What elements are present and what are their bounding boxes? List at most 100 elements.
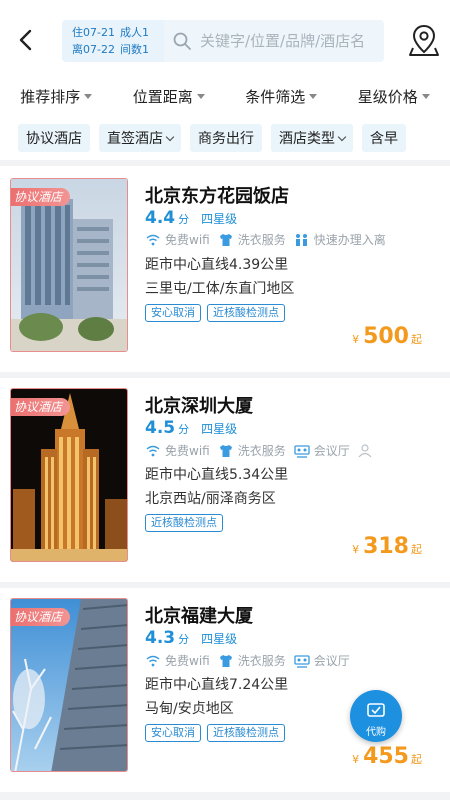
amenity-label: 免费wifi	[165, 444, 210, 458]
sort-label: 星级价格	[357, 87, 418, 106]
adults-count: 成人1	[120, 26, 149, 39]
hotel-photo: 协议酒店	[10, 598, 128, 772]
caret-down-icon	[84, 93, 93, 99]
date-guest-selector[interactable]: 住07-21 成人1 离07-22 间数1	[62, 20, 164, 62]
amenity-label: 洗衣服务	[237, 444, 286, 458]
tag-breakfast[interactable]: 含早	[362, 124, 406, 152]
amenities-row: 免费wifi 洗衣服务 会议厅	[145, 652, 358, 669]
area-text: 北京西站/丽泽商务区	[145, 491, 276, 507]
amenities-row: 免费wifi 洗衣服务 会议厅	[145, 442, 386, 459]
sort-label: 推荐排序	[20, 87, 81, 106]
tag-business-trip[interactable]: 商务出行	[190, 124, 262, 152]
price-suffix: 起	[411, 753, 422, 766]
hotel-photo: 协议酒店	[10, 178, 128, 352]
badge-test-site: 近核酸检测点	[207, 304, 285, 322]
rooms-count: 间数1	[120, 43, 149, 56]
wifi-icon	[146, 445, 160, 456]
hotel-card[interactable]: 协议酒店 北京深圳大厦 4.5 分四星级 免费wifi 洗衣服务 会议厅 距市中心…	[0, 378, 450, 582]
ticket-check-icon	[367, 703, 385, 717]
sort-label: 位置距离	[132, 87, 193, 106]
hotel-score: 4.4 分四星级	[145, 208, 237, 228]
hotel-score: 4.3 分四星级	[145, 628, 237, 648]
tag-label: 酒店类型	[279, 131, 335, 147]
checkin-date: 住07-21	[72, 26, 115, 39]
caret-down-icon	[421, 93, 430, 99]
score-unit: 分	[178, 213, 190, 226]
score-value: 4.4	[145, 208, 176, 228]
proxy-purchase-button[interactable]: 代购	[350, 690, 402, 742]
sort-recommended[interactable]: 推荐排序	[0, 78, 113, 114]
badge-test-site: 近核酸检测点	[207, 724, 285, 742]
wifi-icon	[146, 234, 160, 245]
laundry-shirt-icon	[219, 654, 232, 667]
score-value: 4.5	[145, 418, 176, 438]
tag-agreement-hotel[interactable]: 协议酒店	[18, 124, 90, 152]
meeting-room-icon	[294, 444, 310, 458]
sort-filter-bar: 推荐排序 位置距离 条件筛选 星级价格	[0, 78, 450, 114]
hotel-name: 北京福建大厦	[145, 606, 253, 627]
amenity-label: 会议厅	[313, 444, 350, 458]
price-value: 455	[363, 744, 409, 769]
price-value: 500	[363, 324, 409, 349]
agreement-ribbon: 协议酒店	[11, 398, 71, 416]
hotel-name: 北京东方花园饭店	[145, 186, 289, 207]
header: 住07-21成人1 离07-22间数1 推荐排序 位置距离 条件筛选 星级价格 …	[0, 0, 450, 160]
sort-star-price[interactable]: 星级价格	[338, 78, 450, 114]
laundry-shirt-icon	[219, 444, 232, 457]
back-arrow-icon[interactable]	[12, 26, 40, 54]
hotel-score: 4.5 分四星级	[145, 418, 237, 438]
tag-direct-hotel[interactable]: 直签酒店	[99, 124, 181, 152]
price-suffix: 起	[411, 333, 422, 346]
badge-free-cancel: 安心取消	[145, 724, 201, 742]
caret-down-icon	[196, 93, 205, 99]
currency: ¥	[352, 333, 360, 346]
area-text: 马甸/安贞地区	[145, 701, 234, 717]
score-unit: 分	[178, 633, 190, 646]
star-level: 四星级	[201, 422, 238, 436]
price: ¥500 起	[352, 324, 422, 349]
agreement-ribbon: 协议酒店	[11, 188, 71, 206]
amenities-row: 免费wifi 洗衣服务 快速办理入离	[145, 231, 394, 248]
hotel-list-page: 住07-21成人1 离07-22间数1 推荐排序 位置距离 条件筛选 星级价格 …	[0, 0, 450, 800]
sort-filters[interactable]: 条件筛选	[225, 78, 338, 114]
distance-text: 距市中心直线5.34公里	[145, 467, 289, 483]
distance-text: 距市中心直线7.24公里	[145, 677, 289, 693]
score-value: 4.3	[145, 628, 176, 648]
agreement-ribbon: 协议酒店	[11, 608, 71, 626]
amenity-label: 洗衣服务	[237, 233, 286, 247]
currency: ¥	[352, 753, 360, 766]
map-location-icon[interactable]	[406, 22, 442, 58]
chevron-down-icon	[337, 132, 347, 141]
meeting-room-icon	[294, 654, 310, 668]
hotel-name: 北京深圳大厦	[145, 396, 253, 417]
star-level: 四星级	[201, 632, 238, 646]
badge-row: 安心取消 近核酸检测点	[145, 724, 285, 742]
area-text: 三里屯/工体/东直门地区	[145, 281, 295, 297]
price: ¥455 起	[352, 744, 422, 769]
badge-row: 安心取消 近核酸检测点	[145, 304, 285, 322]
quick-tag-bar: 协议酒店 直签酒店 商务出行 酒店类型 含早	[18, 124, 406, 152]
tag-label: 商务出行	[198, 131, 254, 147]
star-level: 四星级	[201, 212, 238, 226]
distance-text: 距市中心直线4.39公里	[145, 257, 289, 273]
currency: ¥	[352, 543, 360, 556]
search-input[interactable]	[200, 26, 376, 56]
badge-test-site: 近核酸检测点	[145, 514, 223, 532]
hotel-photo: 协议酒店	[10, 388, 128, 562]
sort-label: 条件筛选	[245, 87, 306, 106]
sort-distance[interactable]: 位置距离	[113, 78, 226, 114]
proxy-purchase-label: 代购	[366, 727, 386, 738]
score-unit: 分	[178, 423, 190, 436]
chevron-down-icon	[165, 132, 175, 141]
fast-checkin-icon	[295, 233, 307, 246]
hotel-card[interactable]: 协议酒店 北京东方花园饭店 4.4 分四星级 免费wifi 洗衣服务 快速办理入离…	[0, 166, 450, 372]
tag-hotel-type[interactable]: 酒店类型	[271, 124, 353, 152]
checkout-date: 离07-22	[72, 43, 115, 56]
price: ¥318 起	[352, 534, 422, 559]
tag-label: 协议酒店	[26, 131, 82, 147]
search-box[interactable]	[164, 20, 384, 62]
price-value: 318	[363, 534, 409, 559]
badge-row: 近核酸检测点	[145, 514, 223, 532]
amenity-label: 免费wifi	[165, 654, 210, 668]
amenity-label: 会议厅	[313, 654, 350, 668]
